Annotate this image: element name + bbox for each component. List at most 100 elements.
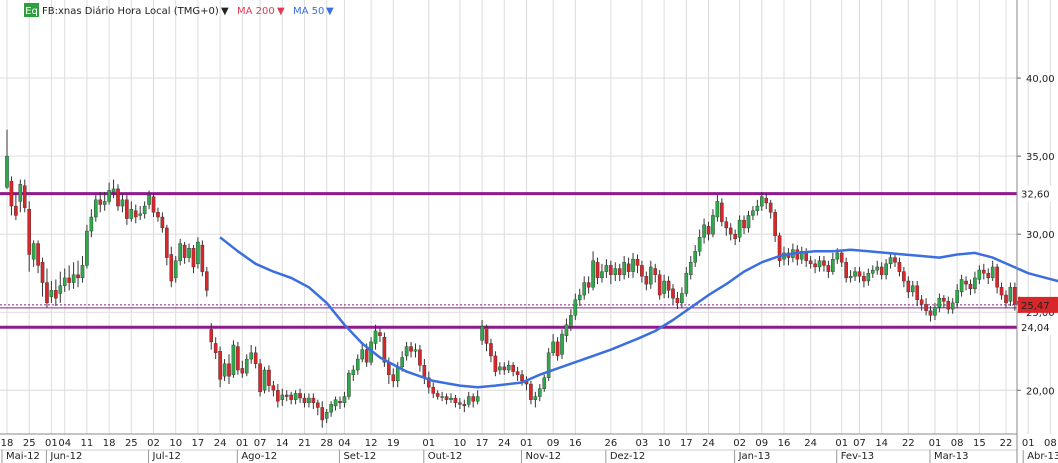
legend-ma50-label[interactable]: MA 50 <box>293 6 324 17</box>
legend-ma200-label[interactable]: MA 200 <box>237 6 275 17</box>
x-month-label: Mar-13 <box>934 451 969 462</box>
candle-down <box>298 393 302 399</box>
x-day-label: 11 <box>81 438 94 449</box>
candle-down <box>258 363 262 393</box>
y-tick-label: 35,00 <box>1026 152 1055 163</box>
candle-up <box>506 365 511 371</box>
candle-down <box>644 276 649 285</box>
candle-down <box>653 268 658 275</box>
candle-up <box>910 285 915 293</box>
candle-down <box>706 226 711 235</box>
candle-down <box>555 341 560 357</box>
candle-down <box>595 262 600 279</box>
candle-up <box>542 377 547 389</box>
legend-symbol-label[interactable]: FB:xnas Diário Hora Local (TMG+0) <box>42 5 219 17</box>
x-day-label: 01 <box>929 438 942 449</box>
candle-down <box>1004 294 1008 304</box>
candle-down <box>364 349 369 363</box>
candle-down <box>218 351 222 380</box>
x-day-label: 01 <box>835 438 848 449</box>
candle-up <box>360 349 365 360</box>
candle-down <box>742 219 746 229</box>
candle-down <box>422 365 427 378</box>
candle-down <box>435 393 440 397</box>
candle-up <box>120 199 125 207</box>
candle-up <box>973 277 977 290</box>
x-day-label: 28 <box>320 438 333 449</box>
candle-down <box>813 263 817 268</box>
candle-up <box>62 277 67 286</box>
candle-up <box>582 282 586 296</box>
candle-down <box>857 271 862 277</box>
candle-down <box>982 269 986 274</box>
candlestick-chart[interactable]: 20,0025,0030,0035,0040,0018 25 01 04 11 18 25 0… <box>0 0 1058 463</box>
candle-down <box>236 346 240 371</box>
candle-down <box>879 266 884 275</box>
candle-down <box>502 366 507 371</box>
candle-down <box>768 202 773 213</box>
candle-down <box>822 260 826 266</box>
candle-up <box>604 265 609 272</box>
candle-up <box>138 213 143 216</box>
legend-symbol-dropdown-icon[interactable]: ▼ <box>221 6 229 17</box>
candle-up <box>333 399 338 407</box>
candle-down <box>529 383 533 400</box>
candle-down <box>946 301 951 310</box>
candle-down <box>200 244 205 272</box>
candle-up <box>613 268 618 275</box>
candle-up <box>173 260 178 279</box>
candle-down <box>227 363 231 377</box>
x-month-label: Jun-12 <box>49 451 82 462</box>
x-day-label: 17 <box>476 438 489 449</box>
candle-up <box>950 302 955 310</box>
candle-down <box>320 407 325 421</box>
candle-down <box>316 402 320 408</box>
candle-up <box>413 349 418 352</box>
candle-up <box>280 394 285 400</box>
candle-down <box>586 282 591 288</box>
candle-up <box>622 262 626 275</box>
x-month-label: Jul-12 <box>152 451 181 462</box>
x-day-label: 09 <box>547 438 560 449</box>
candle-down <box>156 212 160 218</box>
legend-ma200-dropdown-icon[interactable]: ▼ <box>277 6 285 17</box>
candle-up <box>480 326 484 341</box>
y-tick-label: 40,00 <box>1026 74 1055 85</box>
x-day-label: 16 <box>569 438 582 449</box>
x-day-label: 01 <box>1022 438 1035 449</box>
candle-up <box>591 260 595 288</box>
last-price-label-text: 25,47 <box>1021 301 1050 312</box>
candle-down <box>666 280 671 291</box>
candle-down <box>515 371 520 375</box>
candle-up <box>351 369 356 375</box>
candle-up <box>400 357 404 368</box>
candle-down <box>213 343 218 354</box>
candle-down <box>40 262 45 283</box>
candle-up <box>395 366 400 382</box>
candle-up <box>231 344 236 375</box>
candle-down <box>844 262 848 279</box>
candle-up <box>538 388 542 397</box>
legend-ma50-dropdown-icon[interactable]: ▼ <box>326 6 334 17</box>
candle-down <box>999 287 1004 296</box>
x-day-label: 14 <box>875 438 888 449</box>
candle-up <box>71 274 76 283</box>
candle-down <box>675 297 680 304</box>
candle-down <box>453 397 458 403</box>
candle-up <box>449 397 453 400</box>
candle-down <box>964 280 968 285</box>
candle-up <box>702 224 706 238</box>
candle-up <box>751 210 755 216</box>
x-day-label: 01 <box>520 438 533 449</box>
candle-up <box>600 271 604 279</box>
candle-up <box>475 396 480 402</box>
x-month-label: Jan-13 <box>738 451 771 462</box>
candle-down <box>511 365 515 372</box>
candle-down <box>116 188 120 207</box>
level-price-label-text: 24,04 <box>1021 323 1050 334</box>
candle-down <box>378 332 382 336</box>
candle-up <box>196 241 200 265</box>
x-month-label: Abr-13 <box>1027 451 1058 462</box>
candle-down <box>253 352 258 364</box>
candle-down <box>493 355 498 372</box>
